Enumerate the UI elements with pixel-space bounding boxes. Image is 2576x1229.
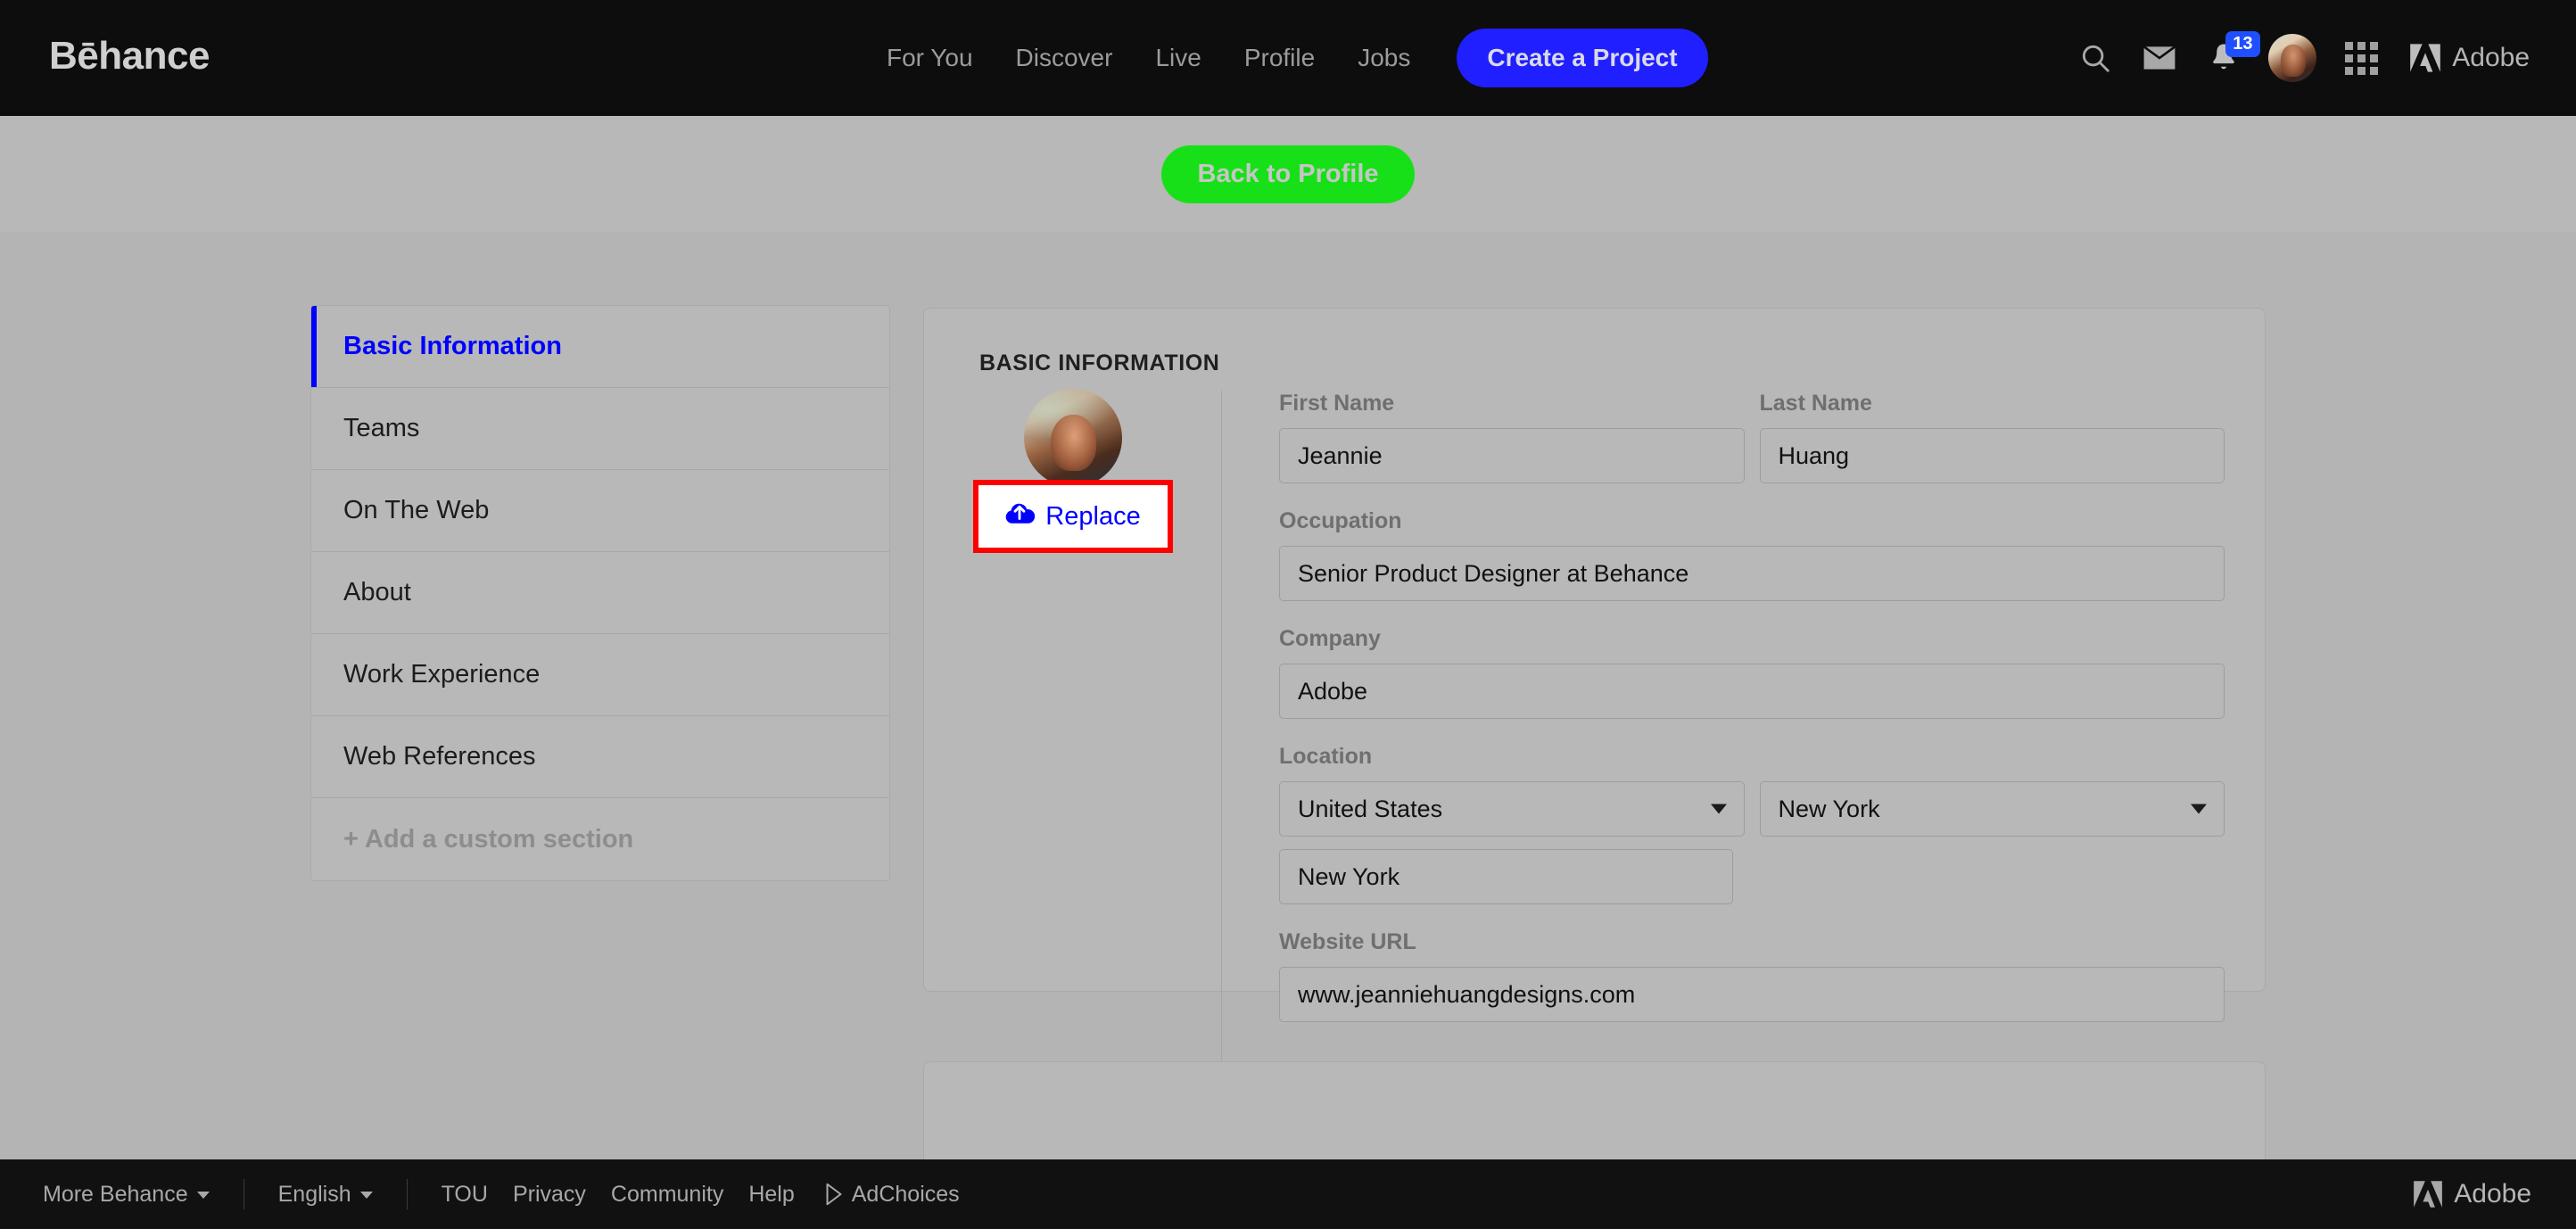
first-name-input[interactable] <box>1279 428 1745 483</box>
country-select-wrapper <box>1279 781 1745 837</box>
sidebar-item-work-experience[interactable]: Work Experience <box>311 634 889 716</box>
app-grid-icon[interactable] <box>2329 26 2393 90</box>
nav-utility-group: 13 Adobe <box>2063 0 2530 116</box>
state-select-wrapper <box>1759 781 2225 837</box>
footer-link-tou[interactable]: TOU <box>442 1182 488 1208</box>
create-a-project-button[interactable]: Create a Project <box>1457 29 1708 87</box>
footer-links-group: TOU Privacy Community Help <box>442 1182 795 1208</box>
chevron-down-icon <box>196 1191 210 1199</box>
behance-logo[interactable]: Bēhance <box>49 34 210 78</box>
adchoices-icon <box>826 1183 842 1206</box>
bell-icon[interactable]: 13 <box>2192 26 2260 90</box>
company-input[interactable] <box>1279 664 2225 719</box>
occupation-label: Occupation <box>1279 508 1402 533</box>
website-url-group: Website URL <box>1279 929 2225 1022</box>
cloud-upload-icon <box>1004 501 1036 532</box>
adobe-link[interactable]: Adobe <box>2409 43 2530 73</box>
footer-link-help[interactable]: Help <box>748 1182 794 1208</box>
footer-language-selector[interactable]: English <box>278 1182 373 1208</box>
profile-image-column: Replace <box>924 389 1221 553</box>
page-root: Bēhance For You Discover Live Profile Jo… <box>0 0 2576 1229</box>
footer-adobe-link[interactable]: Adobe <box>2413 1179 2531 1209</box>
search-icon[interactable] <box>2063 26 2127 90</box>
user-avatar[interactable] <box>2268 34 2317 82</box>
footer-link-community[interactable]: Community <box>611 1182 723 1208</box>
company-group: Company <box>1279 626 2225 719</box>
subheader-bar: Back to Profile <box>0 116 2576 232</box>
nav-item-profile[interactable]: Profile <box>1223 44 1336 72</box>
last-name-label: Last Name <box>1759 391 1872 416</box>
back-to-profile-button[interactable]: Back to Profile <box>1161 144 1415 203</box>
footer-more-behance[interactable]: More Behance <box>43 1182 210 1208</box>
first-name-label: First Name <box>1279 391 1395 416</box>
footer-more-behance-label: More Behance <box>43 1181 188 1207</box>
sidebar-item-web-references[interactable]: Web References <box>311 716 889 798</box>
nav-item-discover[interactable]: Discover <box>995 44 1135 72</box>
sidebar-item-teams[interactable]: Teams <box>311 388 889 470</box>
city-input[interactable] <box>1279 849 1733 904</box>
state-select[interactable] <box>1759 781 2225 837</box>
sidebar-item-label: On The Web <box>343 496 490 524</box>
sidebar-item-label: + Add a custom section <box>343 824 634 854</box>
card-vertical-divider <box>1221 391 1222 1068</box>
card-section-title: BASIC INFORMATION <box>979 351 1220 375</box>
footer-adchoices[interactable]: AdChoices <box>825 1182 960 1208</box>
replace-avatar-button[interactable]: Replace <box>978 485 1168 548</box>
sidebar-item-label: Teams <box>343 414 420 442</box>
sidebar-item-basic-information[interactable]: Basic Information <box>311 306 889 388</box>
main-content-area: Basic Information Teams On The Web About… <box>0 232 2576 1229</box>
basic-information-form: First Name Last Name Occupation Company <box>1279 391 2225 1022</box>
country-select[interactable] <box>1279 781 1745 837</box>
occupation-group: Occupation <box>1279 508 2225 601</box>
website-url-label: Website URL <box>1279 929 1416 954</box>
last-name-input[interactable] <box>1759 428 2225 483</box>
adobe-logo-icon <box>2414 1181 2443 1208</box>
footer-adchoices-label: AdChoices <box>851 1181 960 1207</box>
sidebar-item-label: About <box>343 578 411 606</box>
replace-button-label: Replace <box>1045 501 1141 531</box>
last-name-group: Last Name <box>1759 391 2225 483</box>
sidebar-item-label: Basic Information <box>343 332 562 360</box>
envelope-icon[interactable] <box>2127 26 2192 90</box>
chevron-down-icon <box>359 1191 373 1199</box>
top-navigation-bar: Bēhance For You Discover Live Profile Jo… <box>0 0 2576 116</box>
sidebar-item-add-custom-section[interactable]: + Add a custom section <box>311 798 889 880</box>
primary-nav: For You Discover Live Profile Jobs Creat… <box>865 0 1708 116</box>
sidebar-item-label: Web References <box>343 742 536 771</box>
footer-link-privacy[interactable]: Privacy <box>513 1182 586 1208</box>
adobe-label: Adobe <box>2452 43 2530 72</box>
location-group: Location <box>1279 744 2225 904</box>
adobe-logo-icon <box>2410 44 2441 72</box>
sidebar-item-label: Work Experience <box>343 660 541 689</box>
footer-adobe-label: Adobe <box>2454 1179 2531 1208</box>
settings-sidebar: Basic Information Teams On The Web About… <box>310 305 890 881</box>
notification-badge: 13 <box>2225 31 2260 57</box>
sidebar-item-on-the-web[interactable]: On The Web <box>311 470 889 552</box>
profile-avatar-image <box>1023 389 1122 487</box>
nav-item-for-you[interactable]: For You <box>865 44 995 72</box>
replace-highlight-box: Replace <box>972 480 1173 553</box>
sidebar-item-about[interactable]: About <box>311 552 889 634</box>
website-url-input[interactable] <box>1279 967 2225 1022</box>
basic-information-card: BASIC INFORMATION Replace First Name Jea… <box>923 308 2266 1068</box>
company-label: Company <box>1279 626 1381 651</box>
location-selects-row <box>1279 781 2225 837</box>
nav-item-jobs[interactable]: Jobs <box>1336 44 1432 72</box>
name-row: First Name Last Name <box>1279 391 2225 483</box>
footer-language-label: English <box>277 1181 351 1207</box>
page-footer: More Behance English TOU Privacy Communi… <box>0 1159 2576 1229</box>
location-label: Location <box>1279 744 1373 769</box>
replace-button-wrapper: Replace <box>972 480 1173 553</box>
nav-item-live[interactable]: Live <box>1134 44 1222 72</box>
footer-divider <box>406 1179 408 1209</box>
occupation-input[interactable] <box>1279 546 2225 601</box>
footer-left-group: More Behance English TOU Privacy Communi… <box>0 1179 960 1209</box>
first-name-group: First Name <box>1279 391 1745 483</box>
